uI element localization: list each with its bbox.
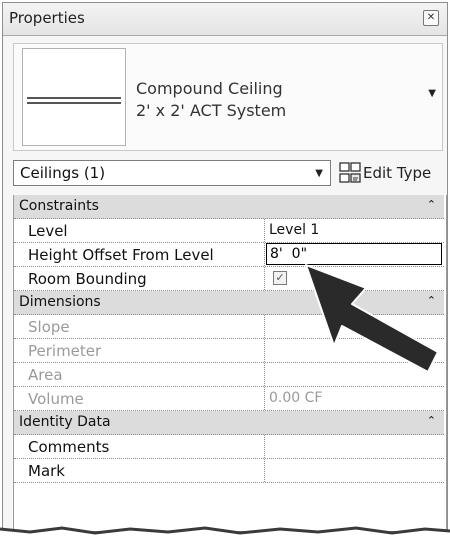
close-icon[interactable]: ✕ (423, 10, 439, 26)
param-value-cell[interactable] (264, 459, 445, 482)
instance-filter-dropdown[interactable]: Ceilings (1) ▼ (13, 160, 331, 186)
collapse-icon[interactable]: ⌃ (427, 414, 436, 427)
param-row-perimeter: Perimeter (14, 339, 444, 363)
param-value-cell[interactable] (264, 435, 445, 458)
properties-grid: Constraints ⌃ Level Level 1 Height Offse… (13, 195, 447, 531)
type-name: 2' x 2' ACT System (136, 101, 287, 120)
param-value-cell (264, 315, 445, 338)
param-row-slope: Slope (14, 315, 444, 339)
param-value-cell (264, 339, 445, 362)
chevron-down-icon[interactable]: ▼ (428, 88, 436, 99)
group-constraints[interactable]: Constraints ⌃ (14, 195, 444, 219)
group-dimensions[interactable]: Dimensions ⌃ (14, 291, 444, 315)
properties-palette: Properties ✕ Compound Ceiling 2' x 2' AC… (2, 2, 448, 532)
param-name: Slope (28, 318, 70, 336)
collapse-icon[interactable]: ⌃ (427, 198, 436, 211)
torn-edge (0, 526, 450, 545)
param-name: Comments (28, 438, 110, 456)
param-name: Height Offset From Level (28, 246, 214, 264)
param-name: Perimeter (28, 342, 102, 360)
param-name: Room Bounding (28, 270, 147, 288)
param-row-mark: Mark (14, 459, 444, 483)
palette-titlebar[interactable]: Properties ✕ (3, 3, 447, 36)
param-value-cell (264, 363, 445, 386)
param-name: Level (28, 222, 68, 240)
param-row-comments: Comments (14, 435, 444, 459)
param-value: Level 1 (269, 222, 320, 238)
edit-type-icon (339, 162, 361, 183)
group-label: Dimensions (19, 294, 101, 310)
type-family-name: Compound Ceiling (136, 79, 283, 98)
param-row-height-offset: Height Offset From Level (14, 243, 444, 267)
param-row-room-bounding: Room Bounding ✓ (14, 267, 444, 291)
chevron-down-icon[interactable]: ▼ (315, 168, 323, 179)
param-row-level: Level Level 1 (14, 219, 444, 243)
palette-title: Properties (9, 9, 85, 27)
instance-filter-label: Ceilings (1) (20, 164, 106, 182)
edit-type-button[interactable]: Edit Type (337, 158, 449, 188)
param-value-cell[interactable]: ✓ (264, 267, 445, 290)
param-value-cell[interactable] (264, 243, 445, 266)
param-name: Area (28, 366, 63, 384)
param-name: Volume (28, 390, 84, 408)
ceiling-preview-image (22, 48, 126, 146)
collapse-icon[interactable]: ⌃ (427, 294, 436, 307)
param-value: 0.00 CF (269, 390, 323, 406)
param-value-cell: 0.00 CF (264, 387, 445, 410)
param-row-volume: Volume 0.00 CF (14, 387, 444, 411)
group-identity-data[interactable]: Identity Data ⌃ (14, 411, 444, 435)
param-name: Mark (28, 462, 65, 480)
height-offset-input[interactable] (266, 243, 442, 265)
param-row-area: Area (14, 363, 444, 387)
param-value-cell[interactable]: Level 1 (264, 219, 445, 242)
group-label: Constraints (19, 198, 99, 214)
type-selector[interactable]: Compound Ceiling 2' x 2' ACT System ▼ (13, 43, 443, 151)
group-label: Identity Data (19, 414, 111, 430)
room-bounding-checkbox[interactable]: ✓ (273, 271, 287, 285)
edit-type-label: Edit Type (363, 164, 432, 182)
